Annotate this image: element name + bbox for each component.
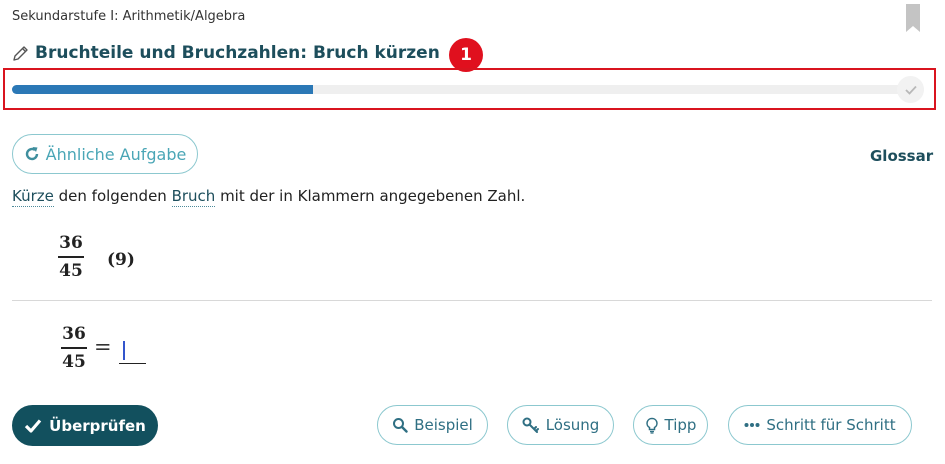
solution-label: Lösung	[545, 416, 600, 434]
bookmark-icon[interactable]	[906, 4, 920, 32]
answer-numerator: 36	[62, 324, 86, 344]
check-button[interactable]: Überprüfen	[12, 405, 158, 446]
page-title: Bruchteile und Bruchzahlen: Bruch kürzen	[35, 43, 440, 63]
check-label: Überprüfen	[49, 416, 146, 435]
glossary-link[interactable]: Glossar	[870, 147, 933, 165]
annotation-badge: 1	[449, 38, 483, 72]
instruction-text-1: den folgenden	[53, 187, 172, 205]
solution-button[interactable]: Lösung	[507, 405, 614, 445]
similar-task-label: Ähnliche Aufgabe	[45, 144, 187, 164]
checkmark-icon	[25, 419, 42, 433]
answer-fraction: 36 45	[61, 324, 87, 372]
task-factor: (9)	[107, 250, 135, 270]
fraction-bar	[61, 347, 87, 349]
pencil-icon	[13, 45, 28, 61]
key-icon	[522, 417, 539, 433]
glossary-term-bruch[interactable]: Bruch	[171, 187, 216, 207]
breadcrumb: Sekundarstufe I: Arithmetik/Algebra	[12, 9, 246, 24]
fraction-bar	[58, 256, 84, 258]
checkmark-icon	[904, 85, 917, 95]
task-fraction: 36 45	[58, 233, 84, 281]
example-button[interactable]: Beispiel	[377, 405, 488, 445]
text-cursor	[123, 341, 125, 360]
progress-bar	[12, 85, 924, 94]
equals-sign: =	[94, 335, 112, 359]
progress-fill	[12, 85, 313, 94]
title-row: Bruchteile und Bruchzahlen: Bruch kürzen	[12, 41, 440, 65]
similar-task-button[interactable]: Ähnliche Aufgabe	[12, 134, 198, 174]
tip-label: Tipp	[664, 416, 697, 434]
example-label: Beispiel	[414, 416, 473, 434]
answer-denominator: 45	[62, 351, 86, 372]
task-instruction: Kürze den folgenden Bruch mit der in Kla…	[12, 187, 526, 207]
lightbulb-icon	[645, 417, 658, 434]
progress-end-marker	[897, 76, 924, 103]
divider	[12, 300, 932, 301]
ellipsis-icon	[744, 423, 760, 427]
refresh-icon	[25, 147, 38, 161]
magnifier-icon	[393, 418, 408, 433]
step-by-step-label: Schritt für Schritt	[766, 416, 896, 434]
instruction-text-2: mit der in Klammern angegebenen Zahl.	[215, 187, 526, 205]
step-by-step-button[interactable]: Schritt für Schritt	[728, 405, 912, 445]
tip-button[interactable]: Tipp	[633, 405, 708, 445]
glossary-term-kuerzen[interactable]: Kürze	[12, 187, 54, 207]
task-numerator: 36	[59, 233, 83, 253]
task-denominator: 45	[59, 260, 83, 281]
